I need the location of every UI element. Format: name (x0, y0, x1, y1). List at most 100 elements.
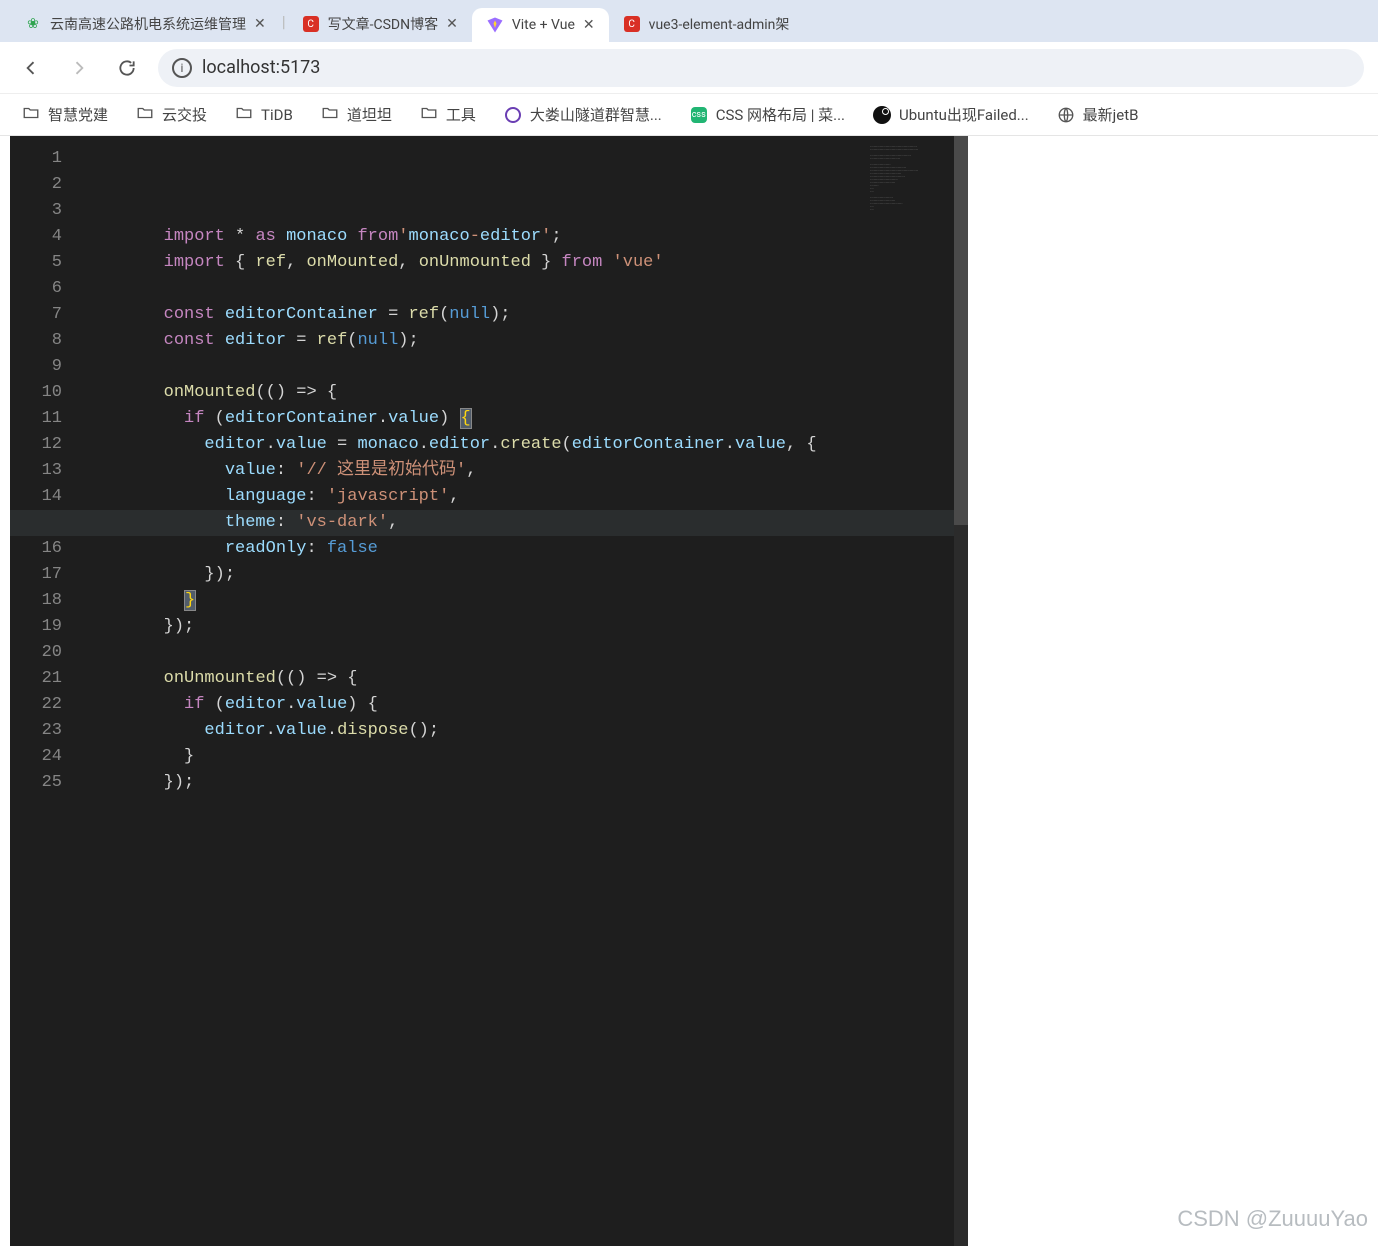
code-line[interactable] (82, 354, 968, 380)
code-line[interactable] (82, 822, 968, 848)
line-number: 5 (10, 250, 62, 276)
code-line[interactable]: }); (82, 770, 968, 796)
code-line[interactable]: theme: 'vs-dark', (82, 510, 968, 536)
line-number: 14 (10, 484, 62, 510)
line-number: 7 (10, 302, 62, 328)
tab-separator: | (280, 12, 288, 31)
line-number: 3 (10, 198, 62, 224)
code-line[interactable]: value: '// 这里是初始代码', (82, 458, 968, 484)
line-number: 19 (10, 614, 62, 640)
code-line[interactable]: import * as monaco from'monaco-editor'; (82, 224, 968, 250)
favicon-icon: ❀ (24, 15, 42, 33)
address-bar[interactable]: i localhost:5173 (158, 49, 1364, 87)
line-number: 16 (10, 536, 62, 562)
browser-tab[interactable]: C 写文章-CSDN博客 ✕ (288, 6, 472, 42)
vite-favicon-icon (486, 16, 504, 34)
line-number: 22 (10, 692, 62, 718)
code-line[interactable] (82, 640, 968, 666)
browser-tab[interactable]: ❀ 云南高速公路机电系统运维管理 ✕ (10, 6, 280, 42)
code-line[interactable]: const editor = ref(null); (82, 328, 968, 354)
code-line[interactable]: onMounted(() => { (82, 380, 968, 406)
folder-icon (22, 104, 40, 126)
code-line[interactable]: import { ref, onMounted, onUnmounted } f… (82, 250, 968, 276)
bookmark-favicon-icon: css (690, 106, 708, 124)
browser-tab-active[interactable]: Vite + Vue ✕ (472, 8, 609, 42)
code-line[interactable] (82, 796, 968, 822)
bookmarks-bar: 智慧党建 云交投 TiDB 道坦坦 工具 大娄山隧道群智慧... css CSS… (0, 94, 1378, 136)
line-number: 6 (10, 276, 62, 302)
line-number: 12 (10, 432, 62, 458)
bookmark-favicon-icon (873, 106, 891, 124)
browser-tab[interactable]: C vue3-element-admin架 (609, 6, 804, 42)
code-line[interactable]: } (82, 588, 968, 614)
bookmark-favicon-icon (504, 106, 522, 124)
address-text: localhost:5173 (202, 57, 320, 78)
globe-icon (1057, 106, 1075, 124)
back-button[interactable] (14, 51, 48, 85)
code-line[interactable]: const editorContainer = ref(null); (82, 302, 968, 328)
tab-title: Vite + Vue (512, 17, 575, 33)
csdn-watermark: CSDN @ZuuuuYao (1177, 1206, 1368, 1232)
code-line[interactable]: editor.value = monaco.editor.create(edit… (82, 432, 968, 458)
line-number: 13 (10, 458, 62, 484)
monaco-editor[interactable]: 1234567891011121314151617181920212223242… (10, 136, 968, 1246)
tab-title: 写文章-CSDN博客 (328, 14, 438, 34)
line-number: 25 (10, 770, 62, 796)
favicon-icon: C (302, 15, 320, 33)
line-number: 1 (10, 146, 62, 172)
code-line[interactable] (82, 276, 968, 302)
site-info-icon[interactable]: i (172, 58, 192, 78)
bookmark-label: 道坦坦 (347, 104, 392, 125)
bookmark-label: Ubuntu出现Failed... (899, 104, 1029, 125)
code-area[interactable]: import * as monaco from'monaco-editor'; … (82, 136, 968, 1246)
bookmark-label: CSS 网格布局 | 菜... (716, 104, 845, 125)
code-line[interactable]: editor.value.dispose(); (82, 718, 968, 744)
code-line[interactable]: onUnmounted(() => { (82, 666, 968, 692)
bookmark-folder[interactable]: TiDB (235, 104, 293, 126)
address-row: i localhost:5173 (0, 42, 1378, 94)
bookmark-folder[interactable]: 云交投 (136, 104, 207, 126)
code-line[interactable]: if (editor.value) { (82, 692, 968, 718)
code-line[interactable]: }); (82, 614, 968, 640)
bookmark-link[interactable]: css CSS 网格布局 | 菜... (690, 104, 845, 125)
close-icon[interactable]: ✕ (254, 16, 266, 32)
line-numbers-gutter: 1234567891011121314151617181920212223242… (10, 136, 82, 1246)
line-number: 2 (10, 172, 62, 198)
code-line[interactable]: language: 'javascript', (82, 484, 968, 510)
bookmark-label: TiDB (261, 106, 293, 124)
tab-title: 云南高速公路机电系统运维管理 (50, 14, 246, 34)
tab-title: vue3-element-admin架 (649, 14, 790, 34)
line-number: 20 (10, 640, 62, 666)
folder-icon (321, 104, 339, 126)
bookmark-label: 云交投 (162, 104, 207, 125)
close-icon[interactable]: ✕ (446, 16, 458, 32)
bookmark-label: 大娄山隧道群智慧... (530, 104, 662, 125)
line-number: 11 (10, 406, 62, 432)
line-number: 9 (10, 354, 62, 380)
bookmark-label: 工具 (446, 104, 476, 125)
bookmark-link[interactable]: 最新jetB (1057, 104, 1139, 125)
line-number: 18 (10, 588, 62, 614)
bookmark-link[interactable]: Ubuntu出现Failed... (873, 104, 1029, 125)
bookmark-label: 最新jetB (1083, 104, 1139, 125)
code-line[interactable]: }); (82, 562, 968, 588)
folder-icon (136, 104, 154, 126)
code-line[interactable] (82, 198, 968, 224)
reload-button[interactable] (110, 51, 144, 85)
line-number: 8 (10, 328, 62, 354)
folder-icon (420, 104, 438, 126)
code-line[interactable]: readOnly: false (82, 536, 968, 562)
page-content: 1234567891011121314151617181920212223242… (0, 136, 1378, 1246)
bookmark-folder[interactable]: 工具 (420, 104, 476, 126)
code-line[interactable]: } (82, 744, 968, 770)
bookmark-folder[interactable]: 道坦坦 (321, 104, 392, 126)
line-number: 17 (10, 562, 62, 588)
line-number: 21 (10, 666, 62, 692)
code-line[interactable]: if (editorContainer.value) { (82, 406, 968, 432)
favicon-icon: C (623, 15, 641, 33)
bookmark-link[interactable]: 大娄山隧道群智慧... (504, 104, 662, 125)
forward-button[interactable] (62, 51, 96, 85)
close-icon[interactable]: ✕ (583, 17, 595, 33)
browser-tabs-bar: ❀ 云南高速公路机电系统运维管理 ✕ | C 写文章-CSDN博客 ✕ Vite… (0, 0, 1378, 42)
bookmark-folder[interactable]: 智慧党建 (22, 104, 108, 126)
